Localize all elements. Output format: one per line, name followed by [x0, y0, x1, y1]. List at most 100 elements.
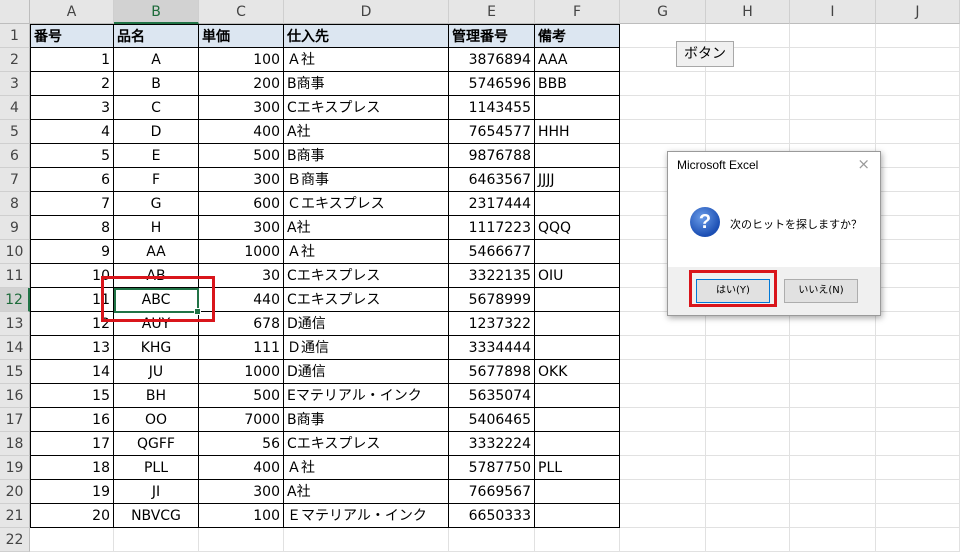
empty-cell[interactable] [620, 360, 706, 384]
table-cell[interactable]: JI [114, 480, 199, 504]
table-header-cell[interactable]: 品名 [114, 24, 199, 48]
column-header-j[interactable]: J [876, 0, 960, 24]
table-cell[interactable]: HHH [535, 120, 620, 144]
table-cell[interactable]: B商事 [284, 72, 449, 96]
row-header-4[interactable]: 4 [0, 96, 30, 120]
table-cell[interactable]: 7 [30, 192, 114, 216]
row-header-20[interactable]: 20 [0, 480, 30, 504]
empty-cell[interactable] [876, 456, 960, 480]
table-cell[interactable]: Ｂ商事 [284, 168, 449, 192]
table-cell[interactable] [535, 504, 620, 528]
empty-cell[interactable] [706, 120, 790, 144]
empty-cell[interactable] [706, 528, 790, 552]
empty-cell[interactable] [30, 528, 114, 552]
table-cell[interactable] [535, 432, 620, 456]
empty-cell[interactable] [876, 432, 960, 456]
row-header-19[interactable]: 19 [0, 456, 30, 480]
empty-cell[interactable] [876, 504, 960, 528]
empty-cell[interactable] [790, 336, 876, 360]
row-header-22[interactable]: 22 [0, 528, 30, 552]
table-cell[interactable]: 9876788 [449, 144, 535, 168]
table-cell[interactable]: QQQ [535, 216, 620, 240]
empty-cell[interactable] [620, 432, 706, 456]
empty-cell[interactable] [876, 96, 960, 120]
empty-cell[interactable] [790, 456, 876, 480]
table-cell[interactable]: A社 [284, 216, 449, 240]
empty-cell[interactable] [876, 24, 960, 48]
table-cell[interactable]: 100 [199, 504, 284, 528]
table-cell[interactable]: OIU [535, 264, 620, 288]
table-cell[interactable]: 300 [199, 216, 284, 240]
empty-cell[interactable] [790, 120, 876, 144]
empty-cell[interactable] [876, 384, 960, 408]
table-cell[interactable]: 15 [30, 384, 114, 408]
empty-cell[interactable] [114, 528, 199, 552]
empty-cell[interactable] [620, 336, 706, 360]
table-cell[interactable]: JU [114, 360, 199, 384]
table-cell[interactable]: OO [114, 408, 199, 432]
empty-cell[interactable] [876, 192, 960, 216]
table-cell[interactable]: 500 [199, 144, 284, 168]
empty-cell[interactable] [790, 72, 876, 96]
table-cell[interactable]: 5466677 [449, 240, 535, 264]
empty-cell[interactable] [790, 528, 876, 552]
column-header-d[interactable]: D [284, 0, 449, 24]
table-cell[interactable]: Ａ社 [284, 456, 449, 480]
close-icon[interactable]: × [857, 155, 870, 173]
empty-cell[interactable] [284, 528, 449, 552]
table-cell[interactable]: B [114, 72, 199, 96]
table-cell[interactable]: E [114, 144, 199, 168]
empty-cell[interactable] [876, 288, 960, 312]
table-cell[interactable]: 6 [30, 168, 114, 192]
table-cell[interactable]: AAA [535, 48, 620, 72]
column-header-h[interactable]: H [706, 0, 790, 24]
table-cell[interactable]: 5 [30, 144, 114, 168]
empty-cell[interactable] [620, 528, 706, 552]
table-cell[interactable]: D通信 [284, 312, 449, 336]
row-header-5[interactable]: 5 [0, 120, 30, 144]
column-header-a[interactable]: A [30, 0, 114, 24]
table-cell[interactable]: QGFF [114, 432, 199, 456]
empty-cell[interactable] [876, 528, 960, 552]
table-cell[interactable]: 100 [199, 48, 284, 72]
table-cell[interactable]: 18 [30, 456, 114, 480]
table-cell[interactable]: Cエキスプレス [284, 432, 449, 456]
row-header-2[interactable]: 2 [0, 48, 30, 72]
table-cell[interactable]: B商事 [284, 144, 449, 168]
table-cell[interactable]: D [114, 120, 199, 144]
table-cell[interactable]: BH [114, 384, 199, 408]
empty-cell[interactable] [876, 120, 960, 144]
table-cell[interactable]: 1000 [199, 360, 284, 384]
empty-cell[interactable] [876, 360, 960, 384]
empty-cell[interactable] [876, 72, 960, 96]
table-cell[interactable]: OKK [535, 360, 620, 384]
table-cell[interactable]: 6463567 [449, 168, 535, 192]
table-cell[interactable]: 9 [30, 240, 114, 264]
empty-cell[interactable] [876, 216, 960, 240]
empty-cell[interactable] [790, 408, 876, 432]
empty-cell[interactable] [620, 504, 706, 528]
empty-cell[interactable] [706, 480, 790, 504]
table-cell[interactable]: 4 [30, 120, 114, 144]
table-cell[interactable] [535, 384, 620, 408]
table-cell[interactable]: D通信 [284, 360, 449, 384]
row-header-14[interactable]: 14 [0, 336, 30, 360]
empty-cell[interactable] [876, 480, 960, 504]
table-cell[interactable]: 1117223 [449, 216, 535, 240]
empty-cell[interactable] [620, 408, 706, 432]
row-header-18[interactable]: 18 [0, 432, 30, 456]
empty-cell[interactable] [706, 504, 790, 528]
table-cell[interactable]: 3322135 [449, 264, 535, 288]
row-header-16[interactable]: 16 [0, 384, 30, 408]
table-cell[interactable]: BBB [535, 72, 620, 96]
table-cell[interactable]: 5787750 [449, 456, 535, 480]
column-header-e[interactable]: E [449, 0, 535, 24]
table-cell[interactable]: 5677898 [449, 360, 535, 384]
table-cell[interactable]: 111 [199, 336, 284, 360]
table-cell[interactable]: 2 [30, 72, 114, 96]
table-header-cell[interactable]: 備考 [535, 24, 620, 48]
table-cell[interactable]: Ｃエキスプレス [284, 192, 449, 216]
table-cell[interactable]: 1000 [199, 240, 284, 264]
empty-cell[interactable] [876, 240, 960, 264]
table-cell[interactable] [535, 312, 620, 336]
